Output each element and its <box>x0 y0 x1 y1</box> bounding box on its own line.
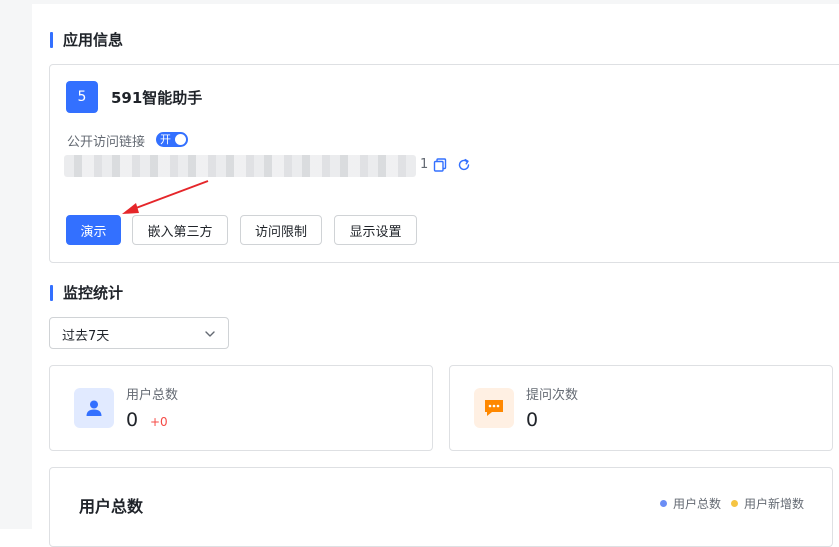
stat-value: 0 <box>126 409 139 431</box>
user-icon <box>74 388 114 428</box>
chevron-down-icon <box>205 331 215 337</box>
public-link-url-blurred <box>64 155 416 177</box>
refresh-icon[interactable] <box>457 158 471 172</box>
demo-button[interactable]: 演示 <box>66 215 121 245</box>
section-marker <box>50 31 53 48</box>
stat-label: 提问次数 <box>526 388 579 403</box>
monitor-title-text: 监控统计 <box>63 284 124 302</box>
legend-item-total-users[interactable]: 用户总数 <box>660 495 721 512</box>
time-range-select[interactable]: 过去7天 <box>49 317 229 349</box>
legend-label: 用户新增数 <box>744 497 805 511</box>
app-info-title-text: 应用信息 <box>63 31 124 49</box>
stat-label: 用户总数 <box>126 388 179 403</box>
embed-third-party-button[interactable]: 嵌入第三方 <box>132 215 228 245</box>
toggle-label: 开 <box>160 133 171 146</box>
public-link-label: 公开访问链接 <box>67 135 146 150</box>
stat-card-question-count: 提问次数 0 <box>449 365 833 451</box>
display-settings-button[interactable]: 显示设置 <box>334 215 417 245</box>
public-link-suffix: 1 <box>420 157 429 172</box>
stat-card-total-users: 用户总数 0 +0 <box>49 365 433 451</box>
legend-dot <box>731 500 738 507</box>
chart-title: 用户总数 <box>79 497 144 516</box>
time-range-value: 过去7天 <box>62 329 110 344</box>
app-info-card: 5 591智能助手 公开访问链接 开 1 演示 嵌入第三方 访问限制 显示设置 <box>49 64 839 263</box>
stat-delta: +0 <box>150 415 168 429</box>
app-avatar: 5 <box>66 81 98 113</box>
annotation-arrow-icon <box>122 180 209 214</box>
stat-value: 0 <box>526 409 539 431</box>
public-link-toggle[interactable]: 开 <box>156 132 188 147</box>
legend-item-new-users[interactable]: 用户新增数 <box>731 495 804 512</box>
access-limit-button[interactable]: 访问限制 <box>240 215 322 245</box>
section-marker <box>50 284 53 301</box>
sidebar-background <box>0 0 32 529</box>
legend-dot <box>660 500 667 507</box>
monitor-section-title: 监控统计 <box>50 282 123 303</box>
toggle-knob <box>175 134 186 145</box>
copy-icon[interactable] <box>433 158 447 172</box>
top-divider <box>32 0 839 4</box>
chat-bubble-icon <box>474 388 514 428</box>
app-name: 591智能助手 <box>111 89 203 107</box>
app-info-section-title: 应用信息 <box>50 29 123 50</box>
total-users-chart-card: 用户总数 用户总数 用户新增数 <box>49 467 833 547</box>
legend-label: 用户总数 <box>673 497 722 511</box>
